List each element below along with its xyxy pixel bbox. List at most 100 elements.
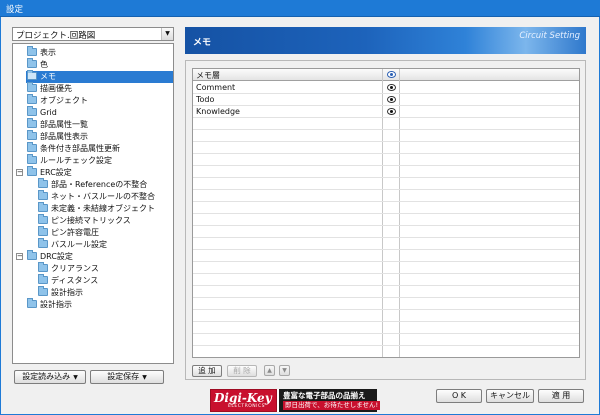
table-row	[193, 142, 579, 154]
table-row	[193, 202, 579, 214]
tree-item-label: 表示	[40, 48, 56, 57]
folder-icon	[27, 70, 37, 80]
tree-item-drc-distance[interactable]: ディスタンス	[38, 274, 98, 287]
tree-item-erc-reference[interactable]: 部品・Referenceの不整合	[38, 178, 148, 191]
table-row	[193, 286, 579, 298]
tree-item-erc-bus-rule[interactable]: バスルール設定	[38, 238, 107, 251]
tree-item-erc-net-bus[interactable]: ネット・バスルールの不整合	[38, 190, 155, 203]
tree-item-label: 設計指示	[51, 288, 83, 297]
tree-item-draw-priority[interactable]: 描画優先	[27, 82, 72, 95]
table-row	[193, 310, 579, 322]
tree-item-label: メモ	[40, 72, 56, 81]
tree-item-drc-clearance[interactable]: クリアランス	[38, 262, 99, 275]
save-settings-label: 設定保存	[107, 372, 140, 381]
eye-icon[interactable]	[387, 84, 396, 91]
table-row[interactable]: Knowledge	[193, 106, 579, 118]
tree-item-label: 部品・Referenceの不整合	[51, 180, 148, 189]
apply-button[interactable]: 適 用	[538, 389, 584, 403]
tree-item-label: 未定義・未結線オブジェクト	[51, 204, 155, 213]
folder-icon	[27, 166, 37, 176]
tree-item-rule-check[interactable]: ルールチェック設定	[27, 154, 112, 167]
settings-tree[interactable]: 表示 色 メモ 描画優先 オブジェクト Grid 部品属性一覧 部品属性表示 条…	[12, 43, 174, 364]
tree-item-label: DRC設定	[40, 252, 73, 261]
table-row	[193, 118, 579, 130]
table-row	[193, 322, 579, 334]
chevron-down-icon[interactable]: ▼	[161, 28, 173, 40]
ok-button[interactable]: O K	[436, 389, 482, 403]
folder-icon	[27, 58, 37, 68]
arrow-up-icon[interactable]: ▲	[264, 365, 275, 376]
tree-item-label: 部品属性表示	[40, 132, 88, 141]
folder-icon	[38, 262, 48, 272]
table-row[interactable]: Comment	[193, 82, 579, 94]
tree-item-memo[interactable]: メモ	[26, 70, 173, 83]
tree-item-erc-undefined[interactable]: 未定義・未結線オブジェクト	[38, 202, 155, 215]
folder-icon	[38, 190, 48, 200]
cancel-button[interactable]: キャンセル	[486, 389, 534, 403]
memo-settings-panel: メモ層 Comment Todo Knowledge 追 加 削 除 ▲ ▼	[185, 60, 586, 380]
title-bar: 設定	[0, 0, 600, 17]
save-settings-button[interactable]: 設定保存 ▼	[90, 370, 164, 384]
digikey-ad-banner[interactable]: Digi-Key ELECTRONICS 豊富な電子部品の品揃え 即日出荷で、お…	[210, 389, 381, 412]
project-select[interactable]: プロジェクト.回路図 ▼	[12, 27, 174, 41]
tree-item-erc[interactable]: ERC設定	[27, 166, 72, 179]
table-row	[193, 250, 579, 262]
column-header-memo-layer: メモ層	[196, 71, 220, 80]
window-title: 設定	[6, 5, 24, 15]
section-title: メモ	[193, 38, 212, 48]
tree-item-drc[interactable]: DRC設定	[27, 250, 73, 263]
table-row	[193, 334, 579, 346]
ad-line-2: 即日出荷で、お待たせしません!	[283, 401, 381, 410]
tree-item-label: ERC設定	[40, 168, 72, 177]
tree-item-part-attr-list[interactable]: 部品属性一覧	[27, 118, 88, 131]
tree-item-drc-design-instruction[interactable]: 設計指示	[38, 286, 83, 299]
ad-message: 豊富な電子部品の品揃え 即日出荷で、お待たせしません!	[279, 389, 381, 412]
chevron-down-icon: ▼	[73, 374, 78, 381]
memo-layer-grid[interactable]: メモ層 Comment Todo Knowledge	[192, 68, 580, 358]
tree-item-label: バスルール設定	[51, 240, 107, 249]
ad-brand-tag: ELECTRONICS	[228, 404, 265, 409]
tree-item-part-attr-display[interactable]: 部品属性表示	[27, 130, 88, 143]
ad-line-1: 豊富な電子部品の品揃え	[283, 391, 366, 400]
folder-icon	[38, 202, 48, 212]
delete-button[interactable]: 削 除	[227, 365, 257, 377]
add-button[interactable]: 追 加	[192, 365, 222, 377]
tree-item-label: Grid	[40, 108, 57, 117]
memo-layer-name: Knowledge	[196, 107, 240, 116]
tree-item-erc-pin-voltage[interactable]: ピン許容電圧	[38, 226, 99, 239]
tree-item-design-instruction[interactable]: 設計指示	[27, 298, 72, 311]
collapse-icon[interactable]: −	[16, 253, 23, 260]
folder-icon	[38, 214, 48, 224]
tree-item-label: 部品属性一覧	[40, 120, 88, 129]
load-settings-label: 設定読み込み	[22, 372, 71, 381]
folder-icon	[27, 298, 37, 308]
folder-icon	[27, 142, 37, 152]
memo-layer-name: Todo	[196, 95, 215, 104]
table-row	[193, 190, 579, 202]
eye-icon[interactable]	[387, 71, 396, 78]
table-row[interactable]: Todo	[193, 94, 579, 106]
memo-layer-name: Comment	[196, 83, 236, 92]
tree-item-label: ルールチェック設定	[40, 156, 112, 165]
folder-icon	[27, 154, 37, 164]
table-row	[193, 178, 579, 190]
eye-icon[interactable]	[387, 108, 396, 115]
tree-item-conditional-update[interactable]: 条件付き部品属性更新	[27, 142, 120, 155]
grid-header: メモ層	[193, 69, 579, 81]
folder-icon	[27, 106, 37, 116]
table-row	[193, 226, 579, 238]
tree-item-label: ピン接続マトリックス	[51, 216, 131, 225]
collapse-icon[interactable]: −	[16, 169, 23, 176]
eye-icon[interactable]	[387, 96, 396, 103]
arrow-down-icon[interactable]: ▼	[279, 365, 290, 376]
load-settings-button[interactable]: 設定読み込み ▼	[14, 370, 86, 384]
table-row	[193, 346, 579, 357]
tree-item-object[interactable]: オブジェクト	[27, 94, 88, 107]
folder-icon	[27, 82, 37, 92]
tree-item-erc-pin-matrix[interactable]: ピン接続マトリックス	[38, 214, 131, 227]
folder-icon	[27, 46, 37, 56]
table-row	[193, 238, 579, 250]
tree-item-label: ピン許容電圧	[51, 228, 99, 237]
chevron-down-icon: ▼	[142, 374, 147, 381]
table-row	[193, 274, 579, 286]
